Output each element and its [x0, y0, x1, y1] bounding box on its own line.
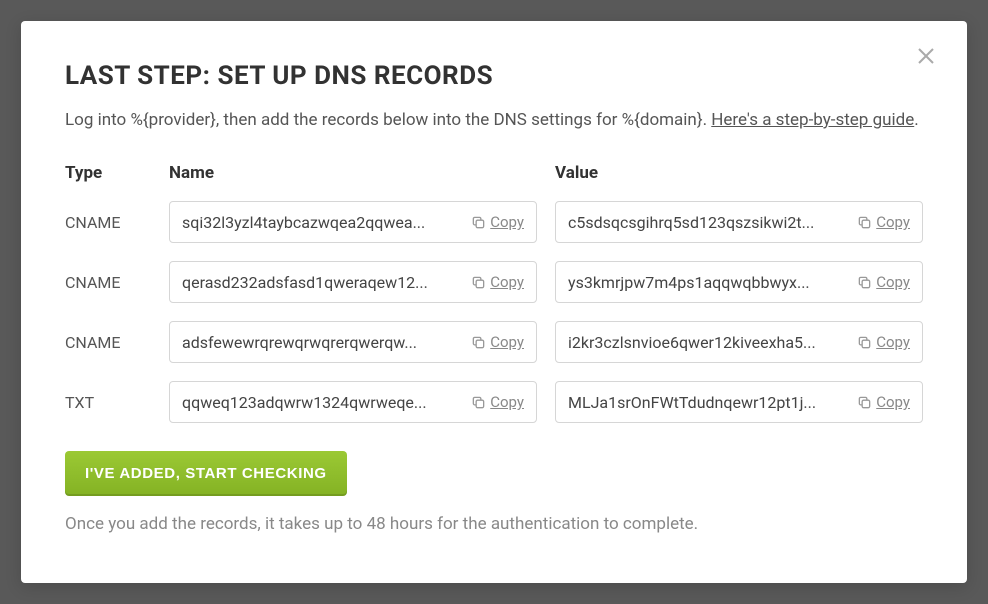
record-name-value: qqweq123adqwrw1324qwrweqe... [182, 393, 463, 412]
record-value-field: ys3kmrjpw7m4ps1aqqwqbbwyx... Copy [555, 261, 923, 303]
copy-icon [471, 335, 486, 350]
col-header-name: Name [169, 163, 537, 183]
copy-label: Copy [876, 333, 910, 351]
record-name-field: adsfewewrqrewqrwqrerqwerqw... Copy [169, 321, 537, 363]
close-icon [917, 47, 935, 65]
close-button[interactable] [913, 43, 939, 69]
record-type: TXT [65, 393, 151, 412]
record-name-field: qqweq123adqwrw1324qwrweqe... Copy [169, 381, 537, 423]
record-name-field: sqi32l3yzl4taybcazwqea2qqwea... Copy [169, 201, 537, 243]
copy-label: Copy [876, 273, 910, 291]
record-value-value: i2kr3czlsnvioe6qwer12kiveexha5... [568, 333, 849, 352]
copy-icon [471, 275, 486, 290]
record-name-value: adsfewewrqrewqrwqrerqwerqw... [182, 333, 463, 352]
copy-icon [857, 335, 872, 350]
col-header-type: Type [65, 163, 151, 183]
start-checking-button[interactable]: I'VE ADDED, START CHECKING [65, 451, 347, 496]
copy-icon [471, 395, 486, 410]
copy-button[interactable]: Copy [857, 213, 910, 231]
intro-text: Log into %{provider}, then add the recor… [65, 110, 711, 130]
copy-button[interactable]: Copy [471, 393, 524, 411]
record-type: CNAME [65, 213, 151, 232]
copy-button[interactable]: Copy [857, 333, 910, 351]
modal-intro: Log into %{provider}, then add the recor… [65, 107, 923, 133]
copy-button[interactable]: Copy [857, 393, 910, 411]
record-value-value: ys3kmrjpw7m4ps1aqqwqbbwyx... [568, 273, 849, 292]
col-header-value: Value [555, 163, 923, 183]
copy-label: Copy [876, 213, 910, 231]
copy-button[interactable]: Copy [857, 273, 910, 291]
copy-label: Copy [490, 393, 524, 411]
record-value-value: c5sdsqcsgihrq5sd123qszsikwi2t... [568, 213, 849, 232]
record-type: CNAME [65, 273, 151, 292]
intro-suffix: . [914, 110, 918, 130]
copy-icon [857, 275, 872, 290]
dns-setup-modal: LAST STEP: SET UP DNS RECORDS Log into %… [21, 21, 967, 583]
dns-records-table: Type Name Value CNAME sqi32l3yzl4taybcaz… [65, 163, 923, 423]
copy-icon [857, 215, 872, 230]
copy-label: Copy [490, 333, 524, 351]
footnote-text: Once you add the records, it takes up to… [65, 514, 923, 534]
record-name-value: qerasd232adsfasd1qweraqew12... [182, 273, 463, 292]
copy-button[interactable]: Copy [471, 333, 524, 351]
modal-title: LAST STEP: SET UP DNS RECORDS [65, 61, 923, 91]
record-type: CNAME [65, 333, 151, 352]
record-name-field: qerasd232adsfasd1qweraqew12... Copy [169, 261, 537, 303]
record-value-field: MLJa1srOnFWtTdudnqewr12pt1j... Copy [555, 381, 923, 423]
copy-icon [471, 215, 486, 230]
copy-label: Copy [876, 393, 910, 411]
record-value-field: i2kr3czlsnvioe6qwer12kiveexha5... Copy [555, 321, 923, 363]
record-value-value: MLJa1srOnFWtTdudnqewr12pt1j... [568, 393, 849, 412]
record-name-value: sqi32l3yzl4taybcazwqea2qqwea... [182, 213, 463, 232]
copy-label: Copy [490, 273, 524, 291]
copy-icon [857, 395, 872, 410]
copy-button[interactable]: Copy [471, 273, 524, 291]
guide-link[interactable]: Here's a step-by-step guide [711, 110, 914, 130]
copy-button[interactable]: Copy [471, 213, 524, 231]
copy-label: Copy [490, 213, 524, 231]
record-value-field: c5sdsqcsgihrq5sd123qszsikwi2t... Copy [555, 201, 923, 243]
